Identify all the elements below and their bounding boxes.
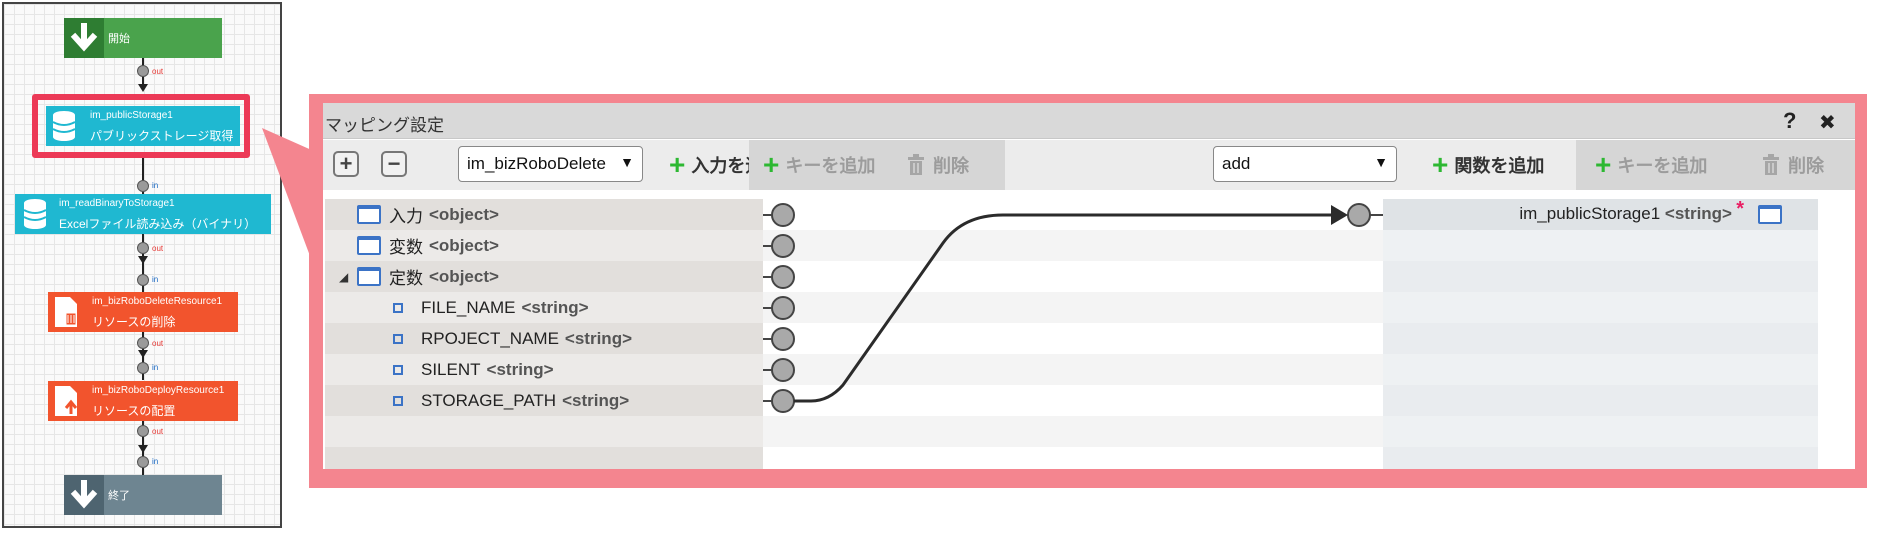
arrow-head [138, 350, 148, 358]
in-port[interactable] [137, 362, 149, 374]
mapping-connection-line[interactable] [794, 213, 1333, 403]
out-port[interactable] [137, 425, 149, 437]
out-port-label: out [152, 427, 164, 436]
in-port[interactable] [137, 456, 149, 468]
end-node-label: 終了 [108, 490, 130, 502]
source-port[interactable] [771, 389, 795, 413]
arrow-down-icon [64, 475, 104, 515]
node-title: im_bizRoboDeployResource1 [92, 385, 225, 396]
source-port[interactable] [771, 265, 795, 289]
arrow-head [138, 445, 148, 453]
out-port-label: out [152, 339, 164, 348]
source-port[interactable] [771, 296, 795, 320]
node-subtitle: リソースの削除 [92, 315, 176, 329]
mapping-lines [763, 203, 1383, 413]
in-port-label: in [152, 363, 159, 372]
node-deploy-resource[interactable]: im_bizRoboDeployResource1 リソースの配置 [48, 381, 238, 421]
document-deploy-icon [48, 381, 84, 421]
target-port[interactable] [1347, 203, 1371, 227]
source-port[interactable] [771, 203, 795, 227]
out-port[interactable] [137, 337, 149, 349]
source-port[interactable] [771, 327, 795, 351]
end-node[interactable]: 終了 [64, 475, 222, 515]
callout-pointer [262, 128, 316, 272]
mapping-dialog: マッピング設定 ? ✖ + − im_bizRoboDelete ▼ + 入力を… [323, 103, 1855, 469]
source-port[interactable] [771, 234, 795, 258]
source-port[interactable] [771, 358, 795, 382]
screenshot-stage: 開始 out im_publicStorage1 パブリックストレージ取得 in… [0, 0, 1879, 537]
mapping-arrowhead [1331, 205, 1348, 225]
node-subtitle: リソースの配置 [92, 404, 176, 418]
in-port-label: in [152, 457, 159, 466]
